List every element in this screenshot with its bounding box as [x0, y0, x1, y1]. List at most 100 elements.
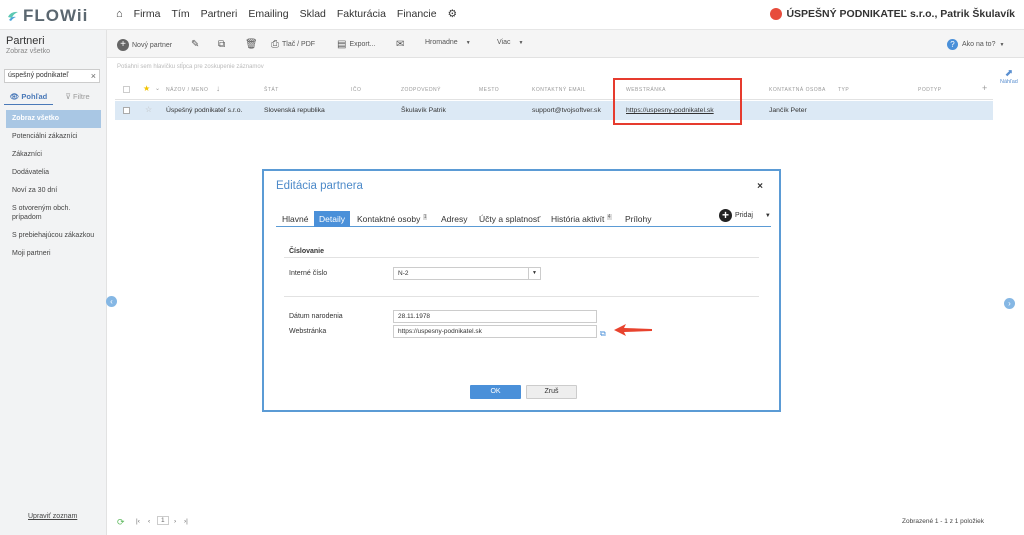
birth-date-label: Dátum narodenia: [289, 313, 343, 320]
gear-icon[interactable]: ⚙: [448, 8, 457, 20]
nav-item[interactable]: Tím: [172, 8, 190, 20]
next-page-icon[interactable]: ›: [174, 518, 176, 525]
sidebar-item[interactable]: S prebiehajúcou zákazkou: [0, 227, 107, 245]
more-dropdown[interactable]: Viac ▼: [497, 39, 523, 46]
tab-main[interactable]: Hlavné: [282, 214, 308, 224]
column-header[interactable]: ZODPOVEDNÝ: [401, 87, 441, 93]
website-input[interactable]: https://uspesny-podnikatel.sk: [393, 325, 597, 338]
nav-item[interactable]: Firma: [134, 8, 161, 20]
nav-item[interactable]: Emailing: [248, 8, 288, 20]
nav-item[interactable]: Fakturácia: [337, 8, 386, 20]
sidebar-item[interactable]: Noví za 30 dní: [0, 182, 107, 200]
divider: [284, 257, 759, 258]
select-all-checkbox[interactable]: [123, 86, 130, 93]
logo[interactable]: FLOWii: [6, 6, 88, 26]
help-button[interactable]: ? Ako na to? ▼: [947, 39, 1004, 50]
chevron-right-icon[interactable]: ›: [1004, 298, 1015, 309]
caret-down-icon: ▼: [465, 39, 471, 46]
select-value: N-2: [398, 270, 409, 277]
table-row[interactable]: ☆ Úspešný podnikateľ s.r.o. Slovenská re…: [115, 101, 993, 120]
dialog-title: Editácia partnera: [276, 180, 363, 192]
home-icon[interactable]: ⌂: [116, 8, 123, 20]
trash-icon[interactable]: 🗑: [245, 39, 258, 50]
new-partner-button[interactable]: + Nový partner: [117, 39, 172, 51]
sidebar-item[interactable]: Zobraz všetko: [6, 110, 101, 128]
first-page-icon[interactable]: |‹: [136, 518, 140, 525]
tab-addresses[interactable]: Adresy: [441, 214, 467, 224]
refresh-icon[interactable]: ⟳: [117, 517, 125, 528]
cell-email[interactable]: support@tvojsoftver.sk: [532, 107, 601, 114]
user-menu[interactable]: ÚSPEŠNÝ PODNIKATEĽ s.r.o., Patrik Škulav…: [770, 8, 1015, 20]
sort-down-icon[interactable]: ↓: [216, 84, 221, 93]
button-label: Hromadne: [425, 39, 458, 46]
tab-label: História aktivít: [551, 214, 605, 224]
cancel-button[interactable]: Zruš: [526, 385, 577, 399]
column-header[interactable]: PODTYP: [918, 87, 942, 93]
highlight-box: [613, 78, 742, 125]
tab-view[interactable]: 👁 Pohľad: [4, 89, 53, 105]
chevron-left-icon[interactable]: ‹: [106, 296, 117, 307]
bulk-dropdown[interactable]: Hromadne ▼: [425, 39, 471, 46]
help-icon: ?: [947, 39, 958, 50]
tab-attachments[interactable]: Prílohy: [625, 214, 651, 224]
external-link-icon[interactable]: ⧉: [600, 329, 606, 339]
dialog-tabs: Hlavné Detaily Kontaktné osoby 1 Adresy …: [276, 211, 771, 227]
preview-button[interactable]: ⬈ Náhľad: [1000, 68, 1018, 85]
copy-icon[interactable]: ⧉: [218, 39, 225, 50]
sidebar-item[interactable]: Potenciálni zákazníci: [0, 128, 107, 146]
ok-button[interactable]: OK: [470, 385, 521, 399]
top-bar: FLOWii ⌂ Firma Tím Partneri Emailing Skl…: [0, 0, 1024, 30]
sidebar-item[interactable]: Dodávatelia: [0, 164, 107, 182]
tab-contacts[interactable]: Kontaktné osoby 1: [357, 214, 428, 224]
tab-history[interactable]: História aktivít 4: [551, 214, 612, 224]
internal-number-select[interactable]: N-2 ▼: [393, 267, 541, 280]
column-header[interactable]: KONTAKTNÁ OSOBA: [769, 87, 826, 93]
export-button[interactable]: ▤ Export...: [337, 39, 376, 50]
column-header[interactable]: ŠTÁT: [264, 87, 279, 93]
nav-item[interactable]: Financie: [397, 8, 437, 20]
flowii-logo-icon: [8, 11, 18, 21]
tab-accounts[interactable]: Účty a splatnosť: [479, 214, 540, 224]
sidebar-list: Zobraz všetko Potenciálni zákazníci Záka…: [0, 110, 107, 263]
cell-contact: Jančík Peter: [769, 107, 807, 114]
notification-icon[interactable]: [770, 8, 783, 20]
caret-down-icon[interactable]: ▼: [528, 268, 540, 279]
prev-page-icon[interactable]: ‹: [148, 518, 150, 525]
pager-status: Zobrazené 1 - 1 z 1 položiek: [902, 518, 985, 525]
edit-partner-dialog: Editácia partnera × Hlavné Detaily Konta…: [262, 169, 781, 412]
column-header[interactable]: KONTAKTNÝ EMAIL: [532, 87, 586, 93]
birth-date-input[interactable]: 28.11.1978: [393, 310, 597, 323]
column-header[interactable]: MESTO: [479, 87, 499, 93]
document-icon: ▤: [337, 39, 347, 50]
button-label: Viac: [497, 39, 511, 46]
nav-item[interactable]: Sklad: [300, 8, 326, 20]
sidebar-search-input[interactable]: úspešný podnikateľ ×: [4, 69, 100, 83]
row-checkbox[interactable]: [123, 107, 130, 114]
email-icon[interactable]: ✉: [396, 39, 404, 50]
sidebar-item[interactable]: Zákazníci: [0, 146, 107, 164]
chevron-down-icon[interactable]: ⌄: [155, 85, 161, 92]
star-icon[interactable]: ★: [143, 84, 151, 93]
last-page-icon[interactable]: ›|: [184, 518, 188, 525]
logo-text: FLOWii: [23, 6, 89, 25]
nav-item[interactable]: Partneri: [201, 8, 238, 20]
tab-details[interactable]: Detaily: [314, 211, 350, 227]
star-outline-icon[interactable]: ☆: [145, 105, 152, 114]
edit-icon[interactable]: ✎: [191, 39, 199, 50]
column-header[interactable]: TYP: [838, 87, 849, 93]
sidebar-item[interactable]: S otvoreným obch. prípadom: [0, 200, 107, 227]
close-icon[interactable]: ×: [757, 181, 763, 192]
tab-filters[interactable]: ⊽ Filtre: [53, 89, 102, 105]
column-header[interactable]: NÁZOV / MENO: [166, 87, 208, 93]
add-button[interactable]: + Pridaj ▼: [719, 209, 771, 222]
sidebar-item[interactable]: Moji partneri: [0, 245, 107, 263]
add-column-icon[interactable]: +: [982, 83, 988, 93]
page-number[interactable]: 1: [157, 516, 169, 525]
edit-list-link[interactable]: Upraviť zoznam: [28, 513, 77, 520]
clear-icon[interactable]: ×: [91, 71, 96, 81]
cell-country: Slovenská republika: [264, 107, 325, 114]
column-header[interactable]: IČO: [351, 87, 361, 93]
preview-label: Náhľad: [1000, 79, 1018, 85]
cell-name[interactable]: Úspešný podnikateľ s.r.o.: [166, 107, 242, 114]
print-button[interactable]: ⎙ Tlač / PDF: [271, 39, 315, 50]
